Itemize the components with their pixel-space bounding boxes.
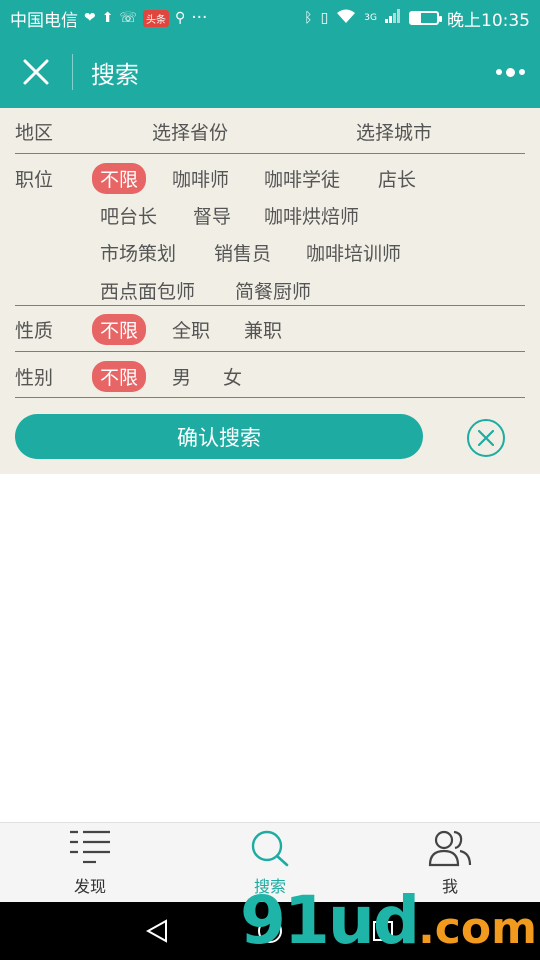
location-icon: ⚲ (174, 10, 186, 26)
tab-discover[interactable]: 发现 (0, 823, 180, 902)
signal-icon (385, 8, 401, 28)
recents-button[interactable] (363, 911, 403, 951)
gender-label: 性别 (15, 367, 54, 389)
clear-button[interactable] (466, 418, 506, 458)
position-option-unlimited[interactable]: 不限 (92, 163, 147, 194)
status-bar: 中国电信 ❤ ⬆ ☏ 头条 ⚲ ··· ᛒ ▯ 3G 晚上10:35 (0, 0, 540, 36)
network-type: 3G (364, 12, 377, 23)
more-button[interactable] (480, 36, 540, 108)
more-notifications-icon: ··· (191, 8, 208, 28)
home-icon (257, 919, 282, 943)
clear-icon (467, 419, 505, 457)
title-divider (72, 54, 73, 90)
position-option[interactable]: 店长 (378, 165, 416, 192)
position-option[interactable]: 咖啡烘焙师 (264, 202, 359, 229)
position-option[interactable]: 咖啡师 (172, 165, 229, 192)
close-icon (23, 59, 49, 85)
divider (15, 305, 525, 306)
region-row: 地区 (15, 118, 87, 145)
news-app-icon: 头条 (142, 9, 169, 27)
heart-icon: ❤ (84, 10, 96, 26)
system-nav-bar (0, 902, 540, 960)
recents-icon (373, 921, 394, 941)
position-option[interactable]: 咖啡培训师 (306, 239, 401, 266)
wifi-icon (336, 8, 356, 29)
nature-option-unlimited[interactable]: 不限 (92, 314, 147, 345)
tab-bar: 发现 搜索 我 (0, 822, 540, 902)
position-option[interactable]: 咖啡学徒 (264, 165, 340, 192)
filter-panel: 地区 选择省份 选择城市 职位 不限 咖啡师 咖啡学徒 店长 吧台长 督导 咖啡… (0, 108, 540, 474)
position-option[interactable]: 吧台长 (100, 202, 157, 229)
list-icon (70, 830, 110, 863)
tab-label: 我 (441, 876, 458, 896)
back-icon (145, 919, 167, 943)
carrier-name: 中国电信 (10, 10, 78, 31)
position-option[interactable]: 西点面包师 (100, 277, 195, 304)
position-label: 职位 (15, 169, 54, 191)
gender-option-female[interactable]: 女 (223, 363, 242, 390)
nature-option-parttime[interactable]: 兼职 (244, 316, 282, 343)
back-button[interactable] (137, 911, 177, 951)
bluetooth-icon: ᛒ (304, 10, 313, 26)
clock: 晚上10:35 (447, 10, 530, 31)
province-select[interactable]: 选择省份 (152, 118, 228, 145)
position-option[interactable]: 简餐厨师 (235, 277, 311, 304)
users-icon (428, 830, 472, 866)
position-option[interactable]: 销售员 (214, 239, 271, 266)
gender-option-male[interactable]: 男 (172, 363, 191, 390)
vibrate-icon: ▯ (320, 10, 329, 26)
divider (15, 153, 525, 154)
divider (15, 397, 525, 398)
more-icon (495, 69, 502, 75)
gender-option-unlimited[interactable]: 不限 (92, 361, 147, 392)
search-icon (251, 830, 289, 866)
region-label: 地区 (15, 122, 54, 144)
divider (15, 351, 525, 352)
missed-call-icon: ☏ (119, 10, 137, 26)
page-title: 搜索 (91, 60, 139, 89)
tab-me[interactable]: 我 (360, 823, 540, 902)
position-option[interactable]: 市场策划 (100, 239, 176, 266)
confirm-search-button[interactable]: 确认搜索 (15, 414, 423, 459)
battery-icon (409, 11, 442, 25)
tab-label: 发现 (73, 876, 106, 896)
close-button[interactable] (0, 36, 72, 108)
tab-search[interactable]: 搜索 (180, 823, 360, 902)
home-button[interactable] (250, 911, 290, 951)
nature-label: 性质 (15, 320, 54, 342)
tab-label: 搜索 (253, 876, 286, 896)
upload-icon: ⬆ (101, 10, 114, 26)
position-option[interactable]: 督导 (193, 202, 231, 229)
title-bar: 搜索 (0, 36, 540, 108)
nature-option-fulltime[interactable]: 全职 (172, 316, 210, 343)
city-select[interactable]: 选择城市 (356, 118, 432, 145)
